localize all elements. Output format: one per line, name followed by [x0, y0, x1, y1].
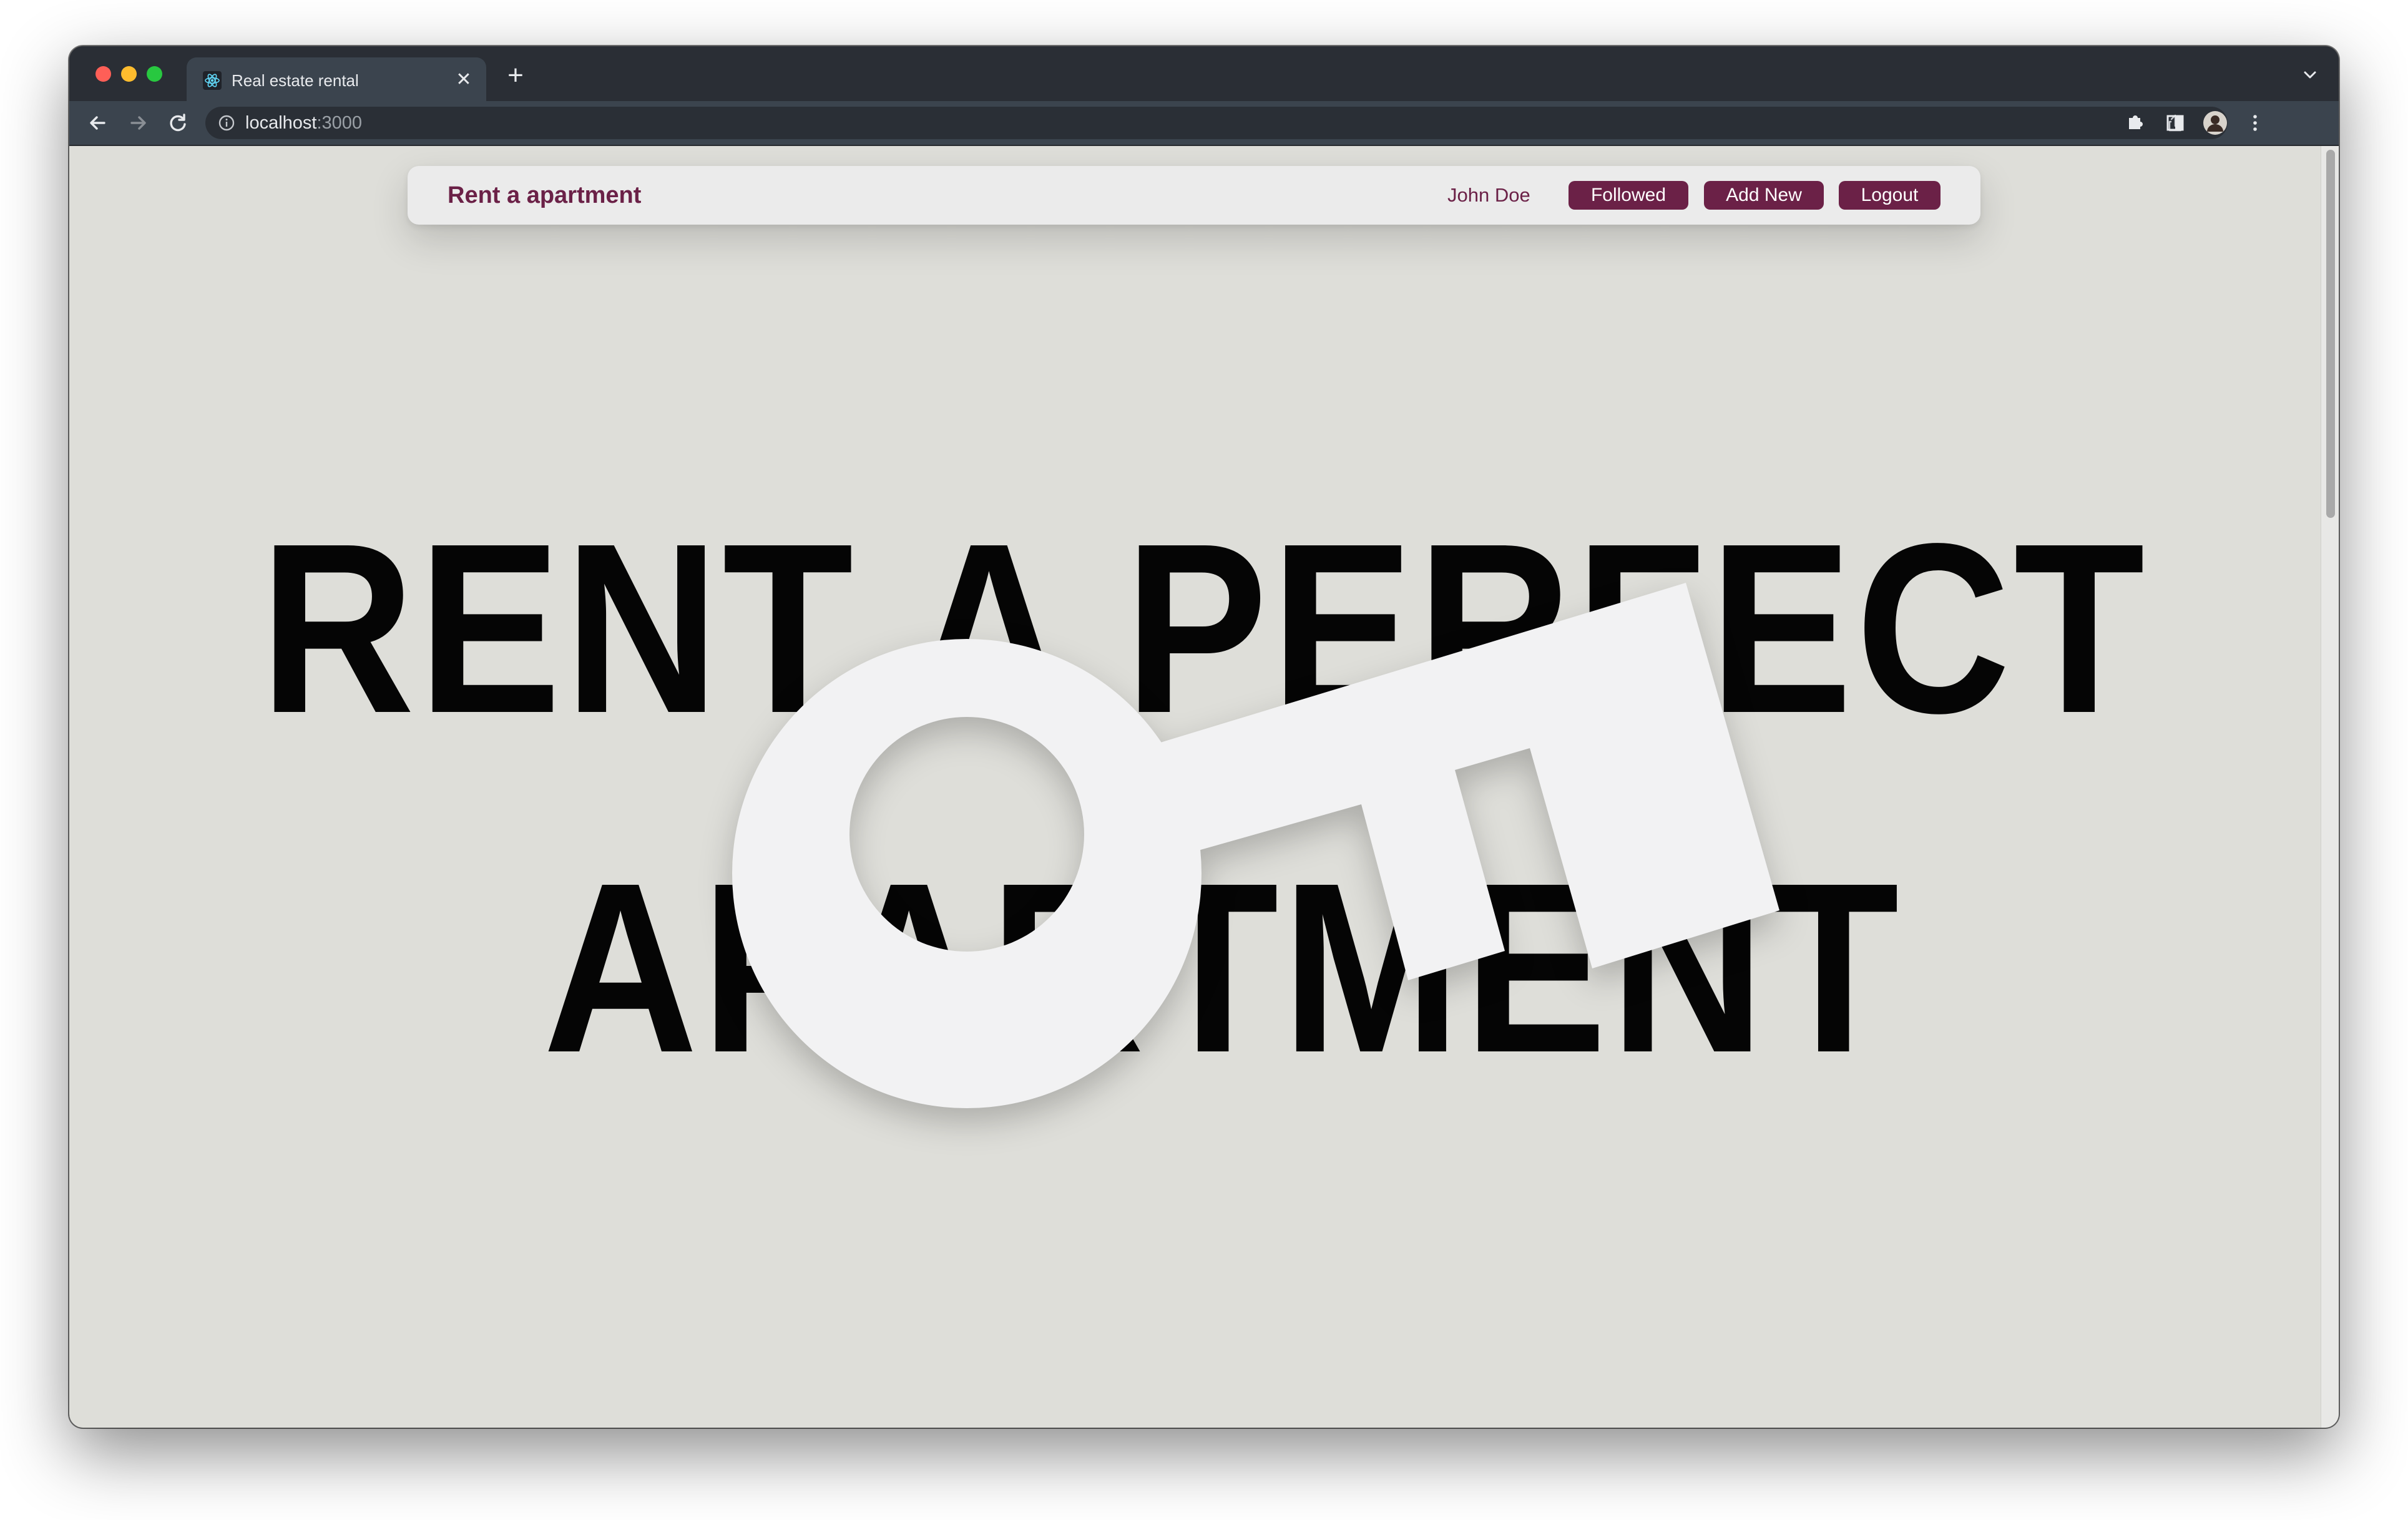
info-icon[interactable] — [218, 114, 235, 132]
followed-button[interactable]: Followed — [1569, 181, 1688, 210]
close-window-button[interactable] — [95, 66, 111, 82]
back-arrow-icon[interactable] — [84, 109, 112, 137]
username-label: John Doe — [1447, 184, 1530, 206]
plus-icon[interactable]: + — [500, 60, 531, 91]
side-panel-icon[interactable] — [2161, 109, 2189, 137]
vertical-scrollbar[interactable] — [2321, 146, 2339, 1428]
profile-avatar[interactable] — [2201, 109, 2229, 137]
extensions-icon[interactable] — [2122, 109, 2149, 137]
close-icon[interactable]: ✕ — [454, 70, 474, 90]
more-menu-icon[interactable] — [2241, 109, 2269, 137]
brand-logo[interactable]: Rent a apartment — [448, 180, 641, 211]
forward-arrow-icon[interactable] — [124, 109, 152, 137]
address-bar[interactable]: localhost:3000 — [205, 107, 2228, 139]
page-viewport: RENT A PERFECT APARTMENT Rent a apartmen… — [69, 146, 2339, 1428]
zoom-window-button[interactable] — [147, 66, 162, 82]
url-text: localhost:3000 — [245, 113, 363, 133]
browser-window: Real estate rental ✕ + localhost:3000 RE… — [69, 46, 2339, 1428]
key-icon — [732, 583, 1779, 1108]
scrollbar-thumb[interactable] — [2326, 150, 2335, 518]
logout-button[interactable]: Logout — [1839, 181, 1941, 210]
browser-tab[interactable]: Real estate rental ✕ — [187, 57, 486, 102]
tab-strip: Real estate rental ✕ + — [69, 46, 2339, 102]
chevron-down-icon[interactable] — [2298, 62, 2322, 87]
reload-icon[interactable] — [164, 109, 192, 137]
tab-title: Real estate rental — [232, 71, 359, 90]
add-new-button[interactable]: Add New — [1704, 181, 1824, 210]
react-icon — [203, 71, 222, 90]
browser-toolbar: localhost:3000 — [69, 101, 2339, 146]
minimize-window-button[interactable] — [121, 66, 137, 82]
navbar: Rent a apartment John Doe Followed Add N… — [408, 166, 1980, 225]
